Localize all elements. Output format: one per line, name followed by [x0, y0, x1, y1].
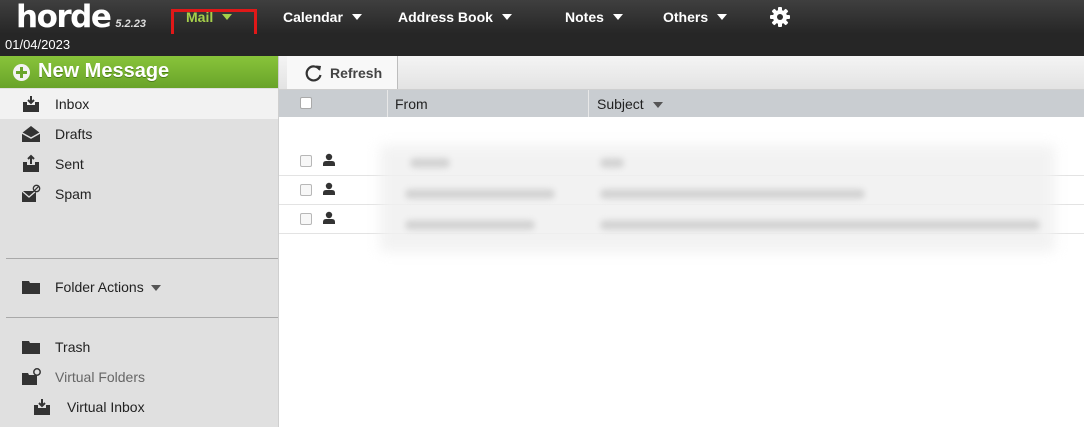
select-all-checkbox[interactable]: [300, 97, 312, 109]
inbox-icon: [23, 96, 39, 112]
sidebar-item-label: Trash: [55, 339, 91, 355]
column-divider: [387, 90, 388, 117]
sidebar-item-label: Sent: [55, 156, 84, 172]
refresh-icon: [305, 65, 322, 82]
message-list-header: From Subject: [279, 90, 1084, 117]
sidebar-item-label: Virtual Inbox: [67, 399, 145, 415]
sidebar-item-virtual-inbox[interactable]: Virtual Inbox: [0, 392, 278, 422]
caret-down-icon: [501, 14, 512, 20]
caret-down-icon: [222, 14, 233, 20]
nav-address-book[interactable]: Address Book: [398, 0, 512, 34]
sidebar: New Message Inbox Drafts Sent Spam Folde…: [0, 56, 279, 427]
refresh-button[interactable]: Refresh: [287, 56, 398, 89]
main-nav: [0, 0, 1084, 34]
nav-mail-label: Mail: [186, 9, 214, 25]
spam-icon: [21, 184, 41, 202]
person-icon: [323, 211, 335, 224]
caret-down-icon: [150, 285, 161, 292]
caret-down-icon: [612, 14, 623, 20]
nav-mail[interactable]: Mail: [186, 0, 233, 34]
sidebar-divider: [6, 258, 278, 259]
nav-calendar-label: Calendar: [283, 9, 343, 25]
person-icon: [323, 153, 335, 166]
nav-notes-label: Notes: [565, 9, 604, 25]
redacted-text: [410, 158, 450, 168]
caret-down-icon: [717, 14, 728, 20]
column-subject[interactable]: Subject: [597, 96, 663, 112]
sidebar-item-label: Spam: [55, 186, 92, 202]
redacted-text: [405, 189, 555, 199]
horde-logo[interactable]: horde 5.2.23: [16, 0, 146, 34]
message-checkbox[interactable]: [300, 213, 312, 225]
sidebar-divider: [6, 317, 278, 318]
new-message-button[interactable]: New Message: [0, 56, 278, 88]
redacted-text: [600, 158, 624, 168]
nav-address-book-label: Address Book: [398, 9, 493, 25]
nav-others[interactable]: Others: [663, 0, 728, 34]
sidebar-item-spam[interactable]: Spam: [0, 179, 278, 209]
plus-icon: [13, 64, 30, 81]
gear-icon[interactable]: [770, 7, 790, 27]
logo-text: horde: [16, 0, 112, 35]
folder-icon: [22, 281, 40, 294]
redacted-text: [600, 220, 1040, 230]
redacted-text: [600, 189, 865, 199]
date-bar: [0, 34, 1084, 56]
folder-actions[interactable]: Folder Actions: [0, 272, 278, 302]
app-version: 5.2.23: [115, 18, 146, 30]
nav-calendar[interactable]: Calendar: [283, 0, 362, 34]
sidebar-item-inbox[interactable]: Inbox: [0, 89, 278, 119]
current-date: 01/04/2023: [5, 37, 71, 52]
virtual-folders-icon: [22, 368, 41, 385]
inbox-icon: [34, 399, 50, 415]
refresh-label: Refresh: [330, 65, 383, 81]
nav-others-label: Others: [663, 9, 709, 25]
column-divider: [588, 90, 589, 117]
sidebar-item-trash[interactable]: Trash: [0, 332, 278, 362]
message-checkbox[interactable]: [300, 155, 312, 167]
folder-actions-label: Folder Actions: [55, 279, 144, 295]
mail-toolbar: Refresh: [279, 56, 1084, 90]
sidebar-item-drafts[interactable]: Drafts: [0, 119, 278, 149]
sidebar-item-label: Inbox: [55, 96, 90, 112]
drafts-icon: [21, 126, 41, 142]
sidebar-item-label: Virtual Folders: [55, 369, 146, 385]
trash-folder-icon: [22, 341, 40, 354]
nav-notes[interactable]: Notes: [565, 0, 623, 34]
sort-caret-icon[interactable]: [652, 102, 663, 109]
person-icon: [323, 182, 335, 195]
sidebar-item-label: Drafts: [55, 126, 93, 142]
caret-down-icon: [351, 14, 362, 20]
column-from[interactable]: From: [395, 96, 428, 112]
column-subject-label: Subject: [597, 96, 644, 112]
sent-icon: [23, 154, 39, 172]
message-checkbox[interactable]: [300, 184, 312, 196]
sidebar-item-sent[interactable]: Sent: [0, 149, 278, 179]
sidebar-item-virtual-folders[interactable]: Virtual Folders: [0, 362, 278, 392]
new-message-label: New Message: [38, 60, 170, 82]
redacted-text: [405, 220, 535, 230]
